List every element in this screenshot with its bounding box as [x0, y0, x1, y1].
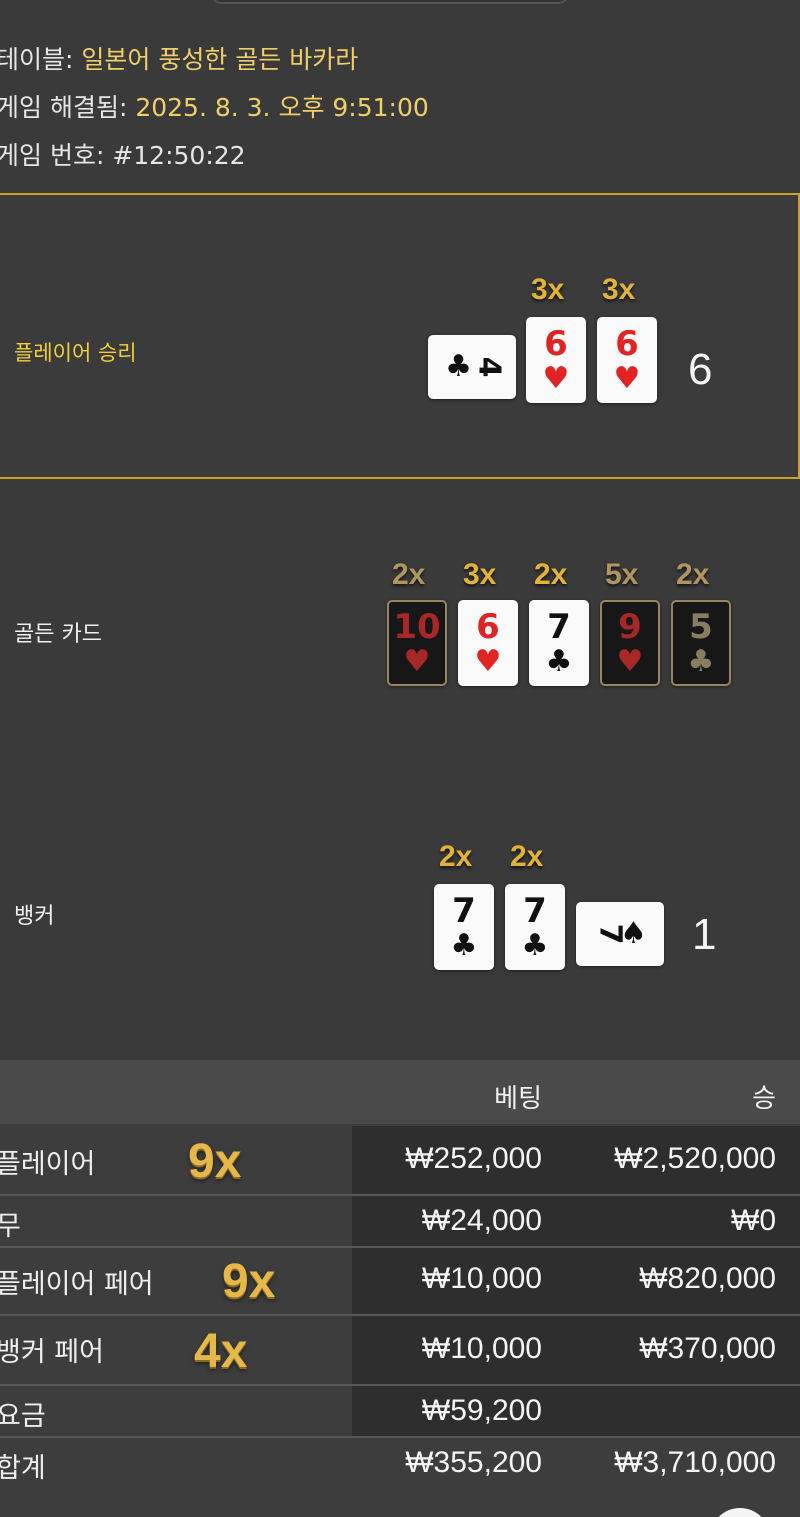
- card-rank: 6: [615, 324, 639, 364]
- golden-card-3-multiplier: 2x: [534, 558, 568, 591]
- card-rank: 10: [393, 607, 441, 647]
- card-rank: 5: [689, 607, 713, 647]
- card-rank: 7: [452, 891, 476, 931]
- resolved-info-label: 게임 해결됨:: [0, 93, 128, 122]
- total-bet: ₩355,200: [405, 1446, 542, 1479]
- heart-icon: ♥: [616, 644, 644, 679]
- table-row: 요금 ₩59,200: [0, 1386, 800, 1436]
- player-result-label: 플레이어 승리: [14, 341, 137, 365]
- golden-card-3: 7 ♣: [529, 600, 589, 686]
- row-label: 플레이어 페어: [0, 1269, 154, 1300]
- banker-card-2-multiplier: 2x: [510, 840, 544, 873]
- banker-card-1: 7 ♣: [434, 884, 494, 970]
- banker-hand-section: 뱅커 2x 7 ♣ 2x 7 ♣ 7 ♠ 1: [0, 830, 800, 1030]
- player-score: 6: [688, 345, 713, 394]
- heart-icon: ♥: [613, 361, 641, 396]
- total-win: ₩3,710,000: [614, 1446, 776, 1479]
- row-label: 플레이어: [0, 1149, 96, 1180]
- row-label: 요금: [0, 1401, 46, 1432]
- club-icon: ♣: [521, 928, 549, 963]
- banker-label: 뱅커: [14, 904, 55, 929]
- card-rank: 4: [471, 356, 507, 378]
- heart-icon: ♥: [542, 361, 570, 396]
- game-number-value: #12:50:22: [112, 141, 246, 170]
- card-rank: 6: [544, 324, 568, 364]
- row-multiplier: 4x: [194, 1325, 248, 1378]
- card-rank: 9: [618, 607, 642, 647]
- row-bet: ₩252,000: [405, 1142, 542, 1175]
- table-row: 플레이어 페어 9x ₩10,000 ₩820,000: [0, 1248, 800, 1314]
- club-icon: ♣: [545, 644, 573, 679]
- table-row: 플레이어 9x ₩252,000 ₩2,520,000: [0, 1126, 800, 1194]
- golden-card-1: 10 ♥: [387, 600, 447, 686]
- golden-card-2: 6 ♥: [458, 600, 518, 686]
- golden-card-4: 9 ♥: [600, 600, 660, 686]
- golden-card-5: 5 ♣: [671, 600, 731, 686]
- card-rank: 6: [476, 607, 500, 647]
- player-card-2: 6 ♥: [526, 317, 586, 403]
- row-win: ₩370,000: [639, 1332, 776, 1365]
- card-rank: 7: [523, 891, 547, 931]
- win-column-header: 승: [752, 1084, 776, 1114]
- bets-table-header: 베팅 승: [0, 1060, 800, 1124]
- resolved-info-value: 2025. 8. 3. 오후 9:51:00: [135, 93, 429, 122]
- heart-icon: ♥: [474, 644, 502, 679]
- amount-cell-bg: [352, 1386, 800, 1436]
- row-win: ₩820,000: [639, 1262, 776, 1295]
- bets-table: 베팅 승 플레이어 9x ₩252,000 ₩2,520,000 무 ₩24,0…: [0, 1060, 800, 1517]
- row-bet: ₩59,200: [421, 1394, 542, 1427]
- row-bet: ₩24,000: [421, 1204, 542, 1237]
- banker-card-2: 7 ♣: [505, 884, 565, 970]
- card-suit-icon: ♣: [445, 349, 473, 384]
- row-multiplier: 9x: [222, 1255, 276, 1308]
- table-row-total: 합계 ₩355,200 ₩3,710,000: [0, 1438, 800, 1494]
- player-card-3: 6 ♥: [597, 317, 657, 403]
- top-pill-control[interactable]: [210, 0, 570, 4]
- club-icon: ♣: [687, 644, 715, 679]
- total-label: 합계: [0, 1453, 46, 1484]
- row-label: 무: [0, 1211, 21, 1242]
- player-card-2-multiplier: 3x: [531, 273, 565, 306]
- banker-score: 1: [692, 910, 717, 959]
- table-info-label: 테이블:: [0, 45, 74, 74]
- golden-card-1-multiplier: 2x: [392, 558, 426, 591]
- player-card-3-multiplier: 3x: [602, 273, 636, 306]
- table-row: 무 ₩24,000 ₩0: [0, 1196, 800, 1246]
- golden-card-4-multiplier: 5x: [605, 558, 639, 591]
- table-info: 테이블: 일본어 풍성한 골든 바카라: [0, 40, 358, 76]
- resolved-info: 게임 해결됨: 2025. 8. 3. 오후 9:51:00: [0, 88, 429, 124]
- player-card-1: ♣ 4: [428, 335, 516, 399]
- bet-column-header: 베팅: [494, 1084, 542, 1114]
- golden-cards-section: 골든 카드 2x 10 ♥ 3x 6 ♥ 2x 7 ♣ 5x 9 ♥ 2x 5 …: [0, 540, 800, 740]
- golden-card-5-multiplier: 2x: [676, 558, 710, 591]
- card-rank: 7: [592, 923, 628, 945]
- banker-card-1-multiplier: 2x: [439, 840, 473, 873]
- heart-icon: ♥: [403, 644, 431, 679]
- banker-card-3: 7 ♠: [576, 902, 664, 966]
- row-multiplier: 9x: [188, 1135, 242, 1188]
- row-win: ₩0: [731, 1204, 776, 1237]
- game-number-info: 게임 번호: #12:50:22: [0, 136, 246, 172]
- row-bet: ₩10,000: [421, 1262, 542, 1295]
- table-info-value: 일본어 풍성한 골든 바카라: [81, 45, 359, 74]
- card-rank: 7: [547, 607, 571, 647]
- row-label: 뱅커 페어: [0, 1337, 104, 1368]
- game-number-label: 게임 번호:: [0, 141, 105, 170]
- club-icon: ♣: [450, 928, 478, 963]
- player-hand-section: 플레이어 승리 ♣ 4 3x 6 ♥ 3x 6 ♥ 6: [0, 193, 800, 479]
- row-bet: ₩10,000: [421, 1332, 542, 1365]
- row-win: ₩2,520,000: [614, 1142, 776, 1175]
- golden-cards-label: 골든 카드: [14, 622, 102, 647]
- table-row: 뱅커 페어 4x ₩10,000 ₩370,000: [0, 1316, 800, 1384]
- golden-card-2-multiplier: 3x: [463, 558, 497, 591]
